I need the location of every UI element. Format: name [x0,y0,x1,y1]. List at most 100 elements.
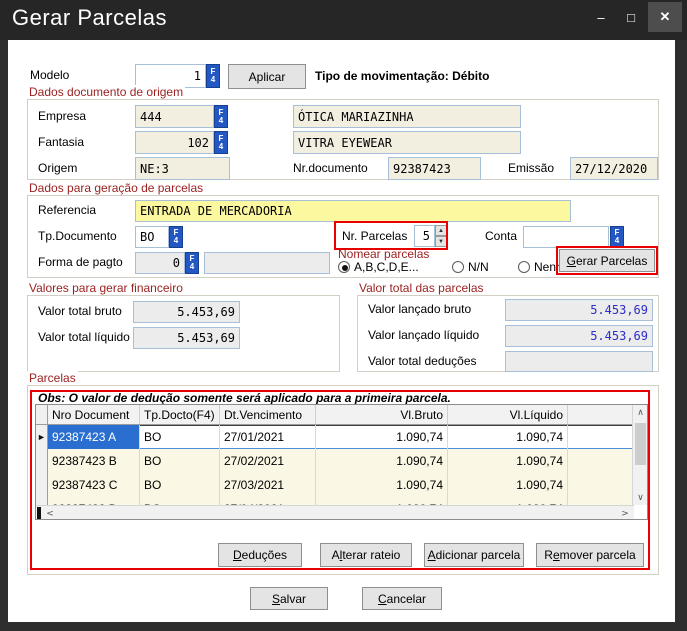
cell-doc: 92387423 C [48,473,140,497]
cell-vencimento: 27/01/2021 [220,425,316,449]
table-header-row: Nro Document Tp.Docto(F4) Dt.Vencimento … [36,405,633,425]
radio-abcde-dot[interactable] [338,261,350,273]
obs-text: Obs: O valor de dedução somente será apl… [38,391,451,405]
table-row-parcela-b[interactable]: 92387423 B BO 27/02/2021 1.090,74 1.090,… [36,449,633,473]
scroll-down-icon[interactable]: ∨ [633,490,648,505]
scroll-right-icon[interactable]: > [618,506,632,520]
forma-pagto-label: Forma de pagto [38,255,123,269]
deducoes-button[interactable]: Deduções [218,543,302,567]
alterar-rateio-button[interactable]: Alterar rateio [320,543,412,567]
radio-nenhum-dot[interactable] [518,261,530,273]
cell-liquido: 1.090,74 [448,425,568,449]
vertical-scrollbar[interactable]: ∧ ∨ [632,405,647,505]
nomear-parcelas-label: Nomear parcelas [336,247,431,261]
f4-icon-bottom: 4 [615,237,619,245]
nr-documento-field: 92387423 [388,157,481,180]
f4-conta-icon[interactable]: F4 [610,226,624,248]
cell-liquido: 1.090,74 [448,449,568,473]
minimize-icon[interactable]: – [588,2,614,32]
valor-total-bruto-field: 5.453,69 [133,301,240,323]
valor-lancado-liquido-label: Valor lançado líquido [368,328,479,342]
nr-parcelas-label: Nr. Parcelas [342,229,407,243]
f4-fantasia-icon[interactable]: F4 [214,131,228,154]
cell-bruto: 1.090,74 [316,449,448,473]
column-header-vl-bruto[interactable]: Vl.Bruto [316,405,448,424]
valor-lancado-bruto-label: Valor lançado bruto [368,302,471,316]
cell-tp: BO [140,425,220,449]
tipo-movimentacao-text: Tipo de movimentação: Débito [315,69,489,83]
valor-total-deducoes-field [505,351,653,372]
conta-input[interactable] [523,226,609,248]
aplicar-button[interactable]: Aplicar [228,64,306,89]
maximize-icon[interactable]: □ [618,2,644,32]
vertical-scrollbar-thumb[interactable] [635,423,646,465]
group-totais-title: Valor total das parcelas [357,281,486,295]
f4-forma-pagto-icon[interactable]: F4 [185,252,199,274]
nr-parcelas-stepper[interactable]: ▲ ▼ [435,225,447,247]
current-row-marker-icon: ► [37,432,46,442]
cancelar-button[interactable]: Cancelar [362,587,442,610]
column-header-vl-liquido[interactable]: Vl.Líquido [448,405,568,424]
fantasia-name-field: VITRA EYEWEAR [293,131,521,154]
column-header-tp-docto[interactable]: Tp.Docto(F4) [140,405,220,424]
column-header-dt-vencimento[interactable]: Dt.Vencimento [220,405,316,424]
valor-lancado-liquido-field: 5.453,69 [505,325,653,347]
forma-pagto-code-field[interactable]: 0 [135,252,185,274]
tp-documento-label: Tp.Documento [38,229,117,243]
valor-total-liquido-label: Valor total líquido [38,330,130,344]
valor-lancado-bruto-field: 5.453,69 [505,299,653,321]
f4-icon-bottom: 4 [211,76,215,84]
titlebar: Gerar Parcelas – □ ✕ [0,0,687,40]
fantasia-code-field[interactable]: 102 [135,131,214,154]
horizontal-scrollbar[interactable]: < > [36,505,634,520]
referencia-label: Referencia [38,203,96,217]
origem-field: NE:3 [135,157,230,180]
f4-icon-bottom: 4 [174,237,178,245]
tp-documento-input[interactable]: BO [135,226,169,248]
empresa-code-field[interactable]: 444 [135,105,214,128]
nr-parcelas-input[interactable]: 5 [414,225,435,247]
f4-empresa-icon[interactable]: F4 [214,105,228,128]
conta-label: Conta [485,229,517,243]
valor-total-deducoes-label: Valor total deduções [368,354,477,368]
adicionar-parcela-button[interactable]: Adicionar parcela [424,543,524,567]
referencia-input[interactable]: ENTRADA DE MERCADORIA [135,200,571,222]
table-row-parcela-a[interactable]: ► 92387423 A BO 27/01/2021 1.090,74 1.09… [36,425,633,449]
radio-abcde[interactable]: A,B,C,D,E... [338,260,419,274]
cell-vencimento: 27/02/2021 [220,449,316,473]
f4-icon-bottom: 4 [190,263,194,271]
stepper-up-icon[interactable]: ▲ [435,225,447,236]
horizontal-scrollbar-thumb[interactable] [37,507,41,520]
radio-nn-dot[interactable] [452,261,464,273]
cell-doc: 92387423 A [48,425,140,449]
column-header-filler [568,405,633,424]
scroll-left-icon[interactable]: < [43,506,57,520]
cell-tp: BO [140,473,220,497]
scroll-up-icon[interactable]: ∧ [633,405,648,420]
remover-parcela-button[interactable]: Remover parcela [536,543,644,567]
column-header-nro-documento[interactable]: Nro Document [48,405,140,424]
close-icon[interactable]: ✕ [648,2,682,32]
empresa-label: Empresa [38,109,86,123]
stepper-down-icon[interactable]: ▼ [435,236,447,247]
fantasia-label: Fantasia [38,135,84,149]
emissao-label: Emissão [508,161,554,175]
radio-abcde-label: A,B,C,D,E... [354,260,419,274]
gerar-parcelas-button[interactable]: Gerar Parcelas [559,249,655,272]
salvar-button[interactable]: Salvar [250,587,328,610]
cell-bruto: 1.090,74 [316,425,448,449]
f4-tp-documento-icon[interactable]: F4 [169,226,183,248]
window-title: Gerar Parcelas [12,5,167,31]
table-row-parcela-c[interactable]: 92387423 C BO 27/03/2021 1.090,74 1.090,… [36,473,633,497]
group-dados-origem-title: Dados documento de origem [27,85,185,99]
group-valores-title: Valores para gerar financeiro [27,281,185,295]
f4-icon-bottom: 4 [219,143,223,151]
radio-nn-label: N/N [468,260,489,274]
f4-icon-bottom: 4 [219,117,223,125]
radio-nn[interactable]: N/N [452,260,489,274]
f4-modelo-icon[interactable]: F4 [206,64,220,88]
cell-vencimento: 27/03/2021 [220,473,316,497]
valor-total-bruto-label: Valor total bruto [38,304,122,318]
valor-total-liquido-field: 5.453,69 [133,327,240,349]
table-header-selector [36,405,48,424]
